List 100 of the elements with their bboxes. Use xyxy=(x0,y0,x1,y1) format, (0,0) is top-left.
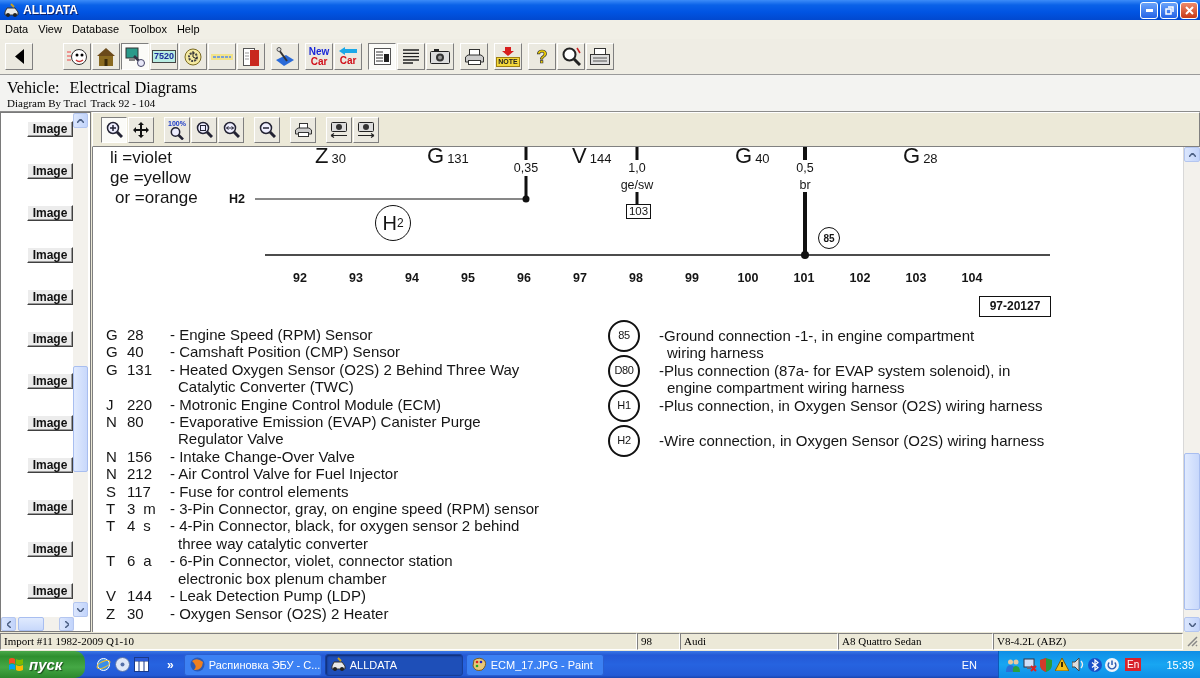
track-number: 98 xyxy=(629,271,643,285)
image-button[interactable]: Image xyxy=(27,415,73,431)
status-cell: 98 xyxy=(637,633,680,650)
component-code: S xyxy=(106,482,117,501)
image-button[interactable]: Image xyxy=(27,247,73,263)
language-indicator[interactable]: EN xyxy=(961,658,977,671)
wire-size-label: 0,35 xyxy=(513,161,539,175)
component-description: - Heated Oxygen Sensor (O2S) 2 Behind Three Way Catalytic Converter (TWC) xyxy=(170,360,520,396)
document-icon xyxy=(373,48,391,65)
caret-right-icon xyxy=(64,620,69,628)
component-number: 144 xyxy=(127,587,153,605)
language-indicator[interactable]: En xyxy=(1125,658,1142,671)
terminal-box: 103 xyxy=(626,204,651,219)
app-icon xyxy=(330,657,346,672)
caret-up-icon xyxy=(1188,152,1196,157)
network-icon[interactable] xyxy=(1023,657,1037,672)
toolbar-button[interactable] xyxy=(368,43,396,70)
logo-icon xyxy=(211,53,233,60)
connector-symbol: 85 xyxy=(608,320,640,352)
down-arrow-icon xyxy=(502,46,514,56)
status-cell: V8-4.2L (ABZ) xyxy=(993,633,1183,650)
component-number: 4 xyxy=(127,517,136,537)
component-code: V xyxy=(106,587,117,605)
connector-symbol: H2 xyxy=(608,425,640,457)
close-button[interactable] xyxy=(1180,1,1198,19)
toolbar-button[interactable] xyxy=(101,116,127,143)
toolbar-button[interactable]: Car xyxy=(334,43,362,70)
cartoon-face-icon xyxy=(67,46,87,67)
connection-description: -Wire connection, in Oxygen Sensor (O2S) wiring harness xyxy=(659,432,1045,450)
close-icon xyxy=(1184,5,1194,15)
palette-icon xyxy=(471,657,487,672)
scroll-up-button[interactable] xyxy=(73,113,88,128)
warning-icon[interactable] xyxy=(1055,658,1069,671)
menu-item[interactable]: Toolbox xyxy=(124,22,172,37)
camera-icon xyxy=(430,49,450,64)
taskbar-button[interactable]: ALLDATA xyxy=(324,653,463,676)
menu-item[interactable]: Database xyxy=(66,22,124,37)
component-description: - Leak Detection Pump (LDP) xyxy=(170,587,366,605)
speaker-icon[interactable] xyxy=(1072,658,1085,671)
image-button[interactable]: Image xyxy=(27,583,73,599)
component-description: - Camshaft Position (CMP) Sensor xyxy=(170,343,401,361)
bluetooth-icon[interactable] xyxy=(1088,657,1102,672)
window-grid-icon[interactable] xyxy=(134,657,149,672)
scrollbar-thumb[interactable] xyxy=(1184,453,1200,610)
component-code: G xyxy=(106,326,119,344)
color-key-text: ge =yellow xyxy=(110,168,191,188)
image-button[interactable]: Image xyxy=(27,457,73,473)
taskbar-button[interactable]: ECM_17.JPG - Paint xyxy=(465,653,604,676)
image-button[interactable]: Image xyxy=(27,289,73,305)
component-code: T xyxy=(106,552,117,572)
menu-item[interactable]: Data xyxy=(0,22,34,37)
power-icon[interactable] xyxy=(1105,657,1119,672)
quick-launch-more-button[interactable]: » xyxy=(165,657,176,672)
wire-tag-label: H2 xyxy=(229,192,245,206)
back-icon xyxy=(14,49,24,64)
scroll-up-button[interactable] xyxy=(1184,147,1200,162)
component-description: - 6-Pin Connector, violet, connector station electronic box plenum chamber xyxy=(170,552,453,588)
component-description: - 4-Pin Connector, black, for oxygen sensor 2 behind three way catalytic converter xyxy=(170,517,520,553)
track-number: 94 xyxy=(405,271,419,285)
component-suffix: a xyxy=(143,552,152,572)
scroll-left-button[interactable] xyxy=(1,617,16,631)
minimize-button[interactable] xyxy=(1140,1,1158,19)
taskbar-button[interactable]: Распиновка ЭБУ - С... xyxy=(183,653,322,676)
connection-description: -Plus connection (87a- for EVAP system solenoid), in engine compartment wiring harness xyxy=(659,362,1011,397)
restore-button[interactable] xyxy=(1160,1,1178,19)
toolbar-button[interactable] xyxy=(121,43,149,70)
image-button[interactable]: Image xyxy=(27,499,73,515)
scroll-right-button[interactable] xyxy=(59,617,74,631)
house-icon xyxy=(96,47,116,66)
image-button[interactable]: Image xyxy=(27,163,73,179)
track-number: 97 xyxy=(573,271,587,285)
image-button[interactable]: Image xyxy=(27,121,73,137)
status-cell: A8 Quattro Sedan xyxy=(838,633,993,650)
toolbar-button[interactable]: New Car xyxy=(305,43,333,70)
globe-icon[interactable] xyxy=(96,657,111,672)
component-code: T xyxy=(106,500,117,518)
component-code: N xyxy=(106,465,118,483)
globe-icon xyxy=(189,657,205,672)
menu-item[interactable]: View xyxy=(33,22,67,37)
toolbar-button[interactable]: 7520 xyxy=(150,43,178,70)
scrollbar-thumb[interactable] xyxy=(73,366,88,472)
connector-symbol: H1 xyxy=(608,390,640,422)
caret-left-icon xyxy=(6,620,11,628)
scroll-down-button[interactable] xyxy=(73,602,88,617)
printer-icon xyxy=(464,48,484,65)
pen-icon xyxy=(275,46,295,67)
component-code: G xyxy=(106,360,119,380)
menu-item[interactable]: Help xyxy=(171,22,205,37)
image-button[interactable]: Image xyxy=(27,205,73,221)
image-button[interactable]: Image xyxy=(27,541,73,557)
restore-icon xyxy=(1164,5,1174,15)
resize-grip-icon xyxy=(1187,636,1198,647)
people-icon[interactable] xyxy=(1006,657,1020,672)
image-button[interactable]: Image xyxy=(27,331,73,347)
scroll-down-button[interactable] xyxy=(1184,617,1200,632)
disc-icon[interactable] xyxy=(115,657,130,672)
component-description: - Air Control Valve for Fuel Injector xyxy=(170,465,399,483)
scrollbar-thumb[interactable] xyxy=(18,617,44,631)
image-button[interactable]: Image xyxy=(27,373,73,389)
track-number: 99 xyxy=(685,271,699,285)
